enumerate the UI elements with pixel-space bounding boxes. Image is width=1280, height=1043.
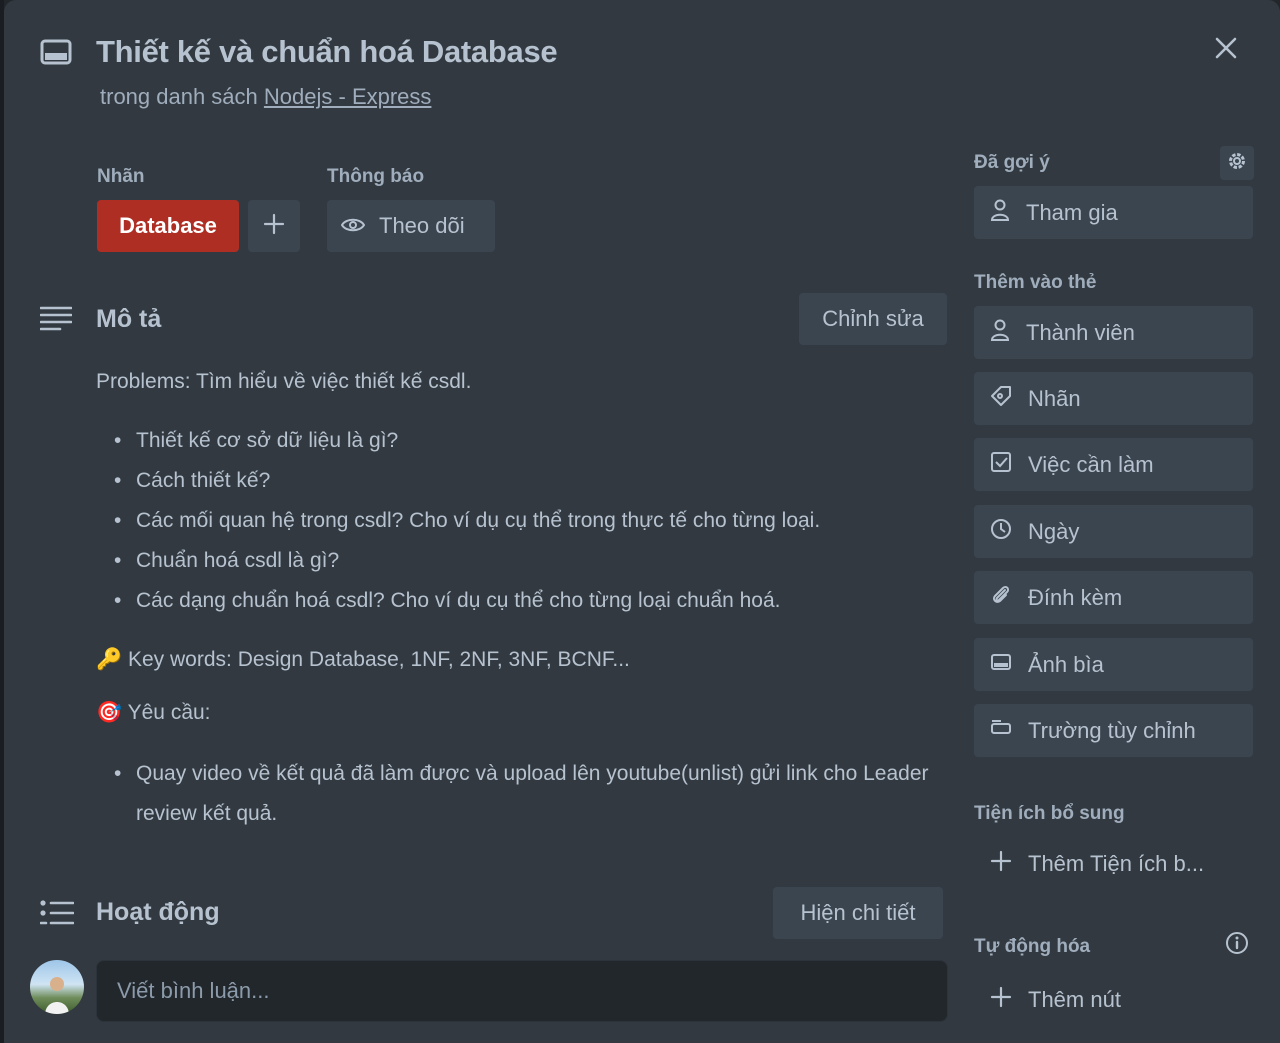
requirements-list: Quay video về kết quả đã làm được và upl…	[96, 754, 936, 834]
custom-fields-label: Trường tùy chỉnh	[1028, 717, 1196, 743]
add-powerup-label: Thêm Tiện ích b...	[1028, 850, 1205, 876]
edit-description-button[interactable]: Chỉnh sửa	[799, 293, 947, 345]
close-button[interactable]	[1206, 30, 1246, 70]
paperclip-icon	[990, 584, 1012, 612]
label-chip-database[interactable]: Database	[97, 200, 239, 252]
watch-label: Theo dõi	[379, 213, 465, 238]
powerups-heading: Tiện ích bổ sung	[974, 803, 1125, 824]
list-item: Quay video về kết quả đã làm được và upl…	[96, 754, 936, 834]
plus-icon	[990, 850, 1012, 878]
list-item: Chuẩn hoá csdl là gì?	[96, 541, 946, 581]
description-bullet-list: Thiết kế cơ sở dữ liệu là gì? Cách thiết…	[96, 421, 946, 621]
list-item: Thiết kế cơ sở dữ liệu là gì?	[96, 421, 946, 461]
add-button-label: Thêm nút	[1028, 986, 1121, 1012]
automation-heading: Tự động hóa	[974, 936, 1091, 957]
cover-button[interactable]: Ảnh bìa	[974, 638, 1253, 691]
avatar[interactable]	[30, 960, 84, 1014]
suggestions-settings-button[interactable]	[1220, 146, 1254, 180]
attachment-button[interactable]: Đính kèm	[974, 571, 1253, 624]
keywords-line: 🔑 Key words: Design Database, 1NF, 2NF, …	[96, 648, 630, 672]
gear-icon	[1226, 150, 1248, 177]
custom-field-icon	[990, 717, 1012, 745]
user-icon	[990, 199, 1010, 227]
plus-icon	[263, 213, 285, 240]
activity-icon	[40, 900, 74, 926]
join-button[interactable]: Tham gia	[974, 186, 1253, 239]
watch-button[interactable]: Theo dõi	[327, 200, 495, 252]
key-emoji: 🔑	[96, 648, 123, 671]
checklist-icon	[990, 451, 1012, 479]
comment-input[interactable]: Viết bình luận...	[96, 960, 948, 1022]
dates-button[interactable]: Ngày	[974, 505, 1253, 558]
attachment-label: Đính kèm	[1028, 584, 1123, 610]
card-list-info: trong danh sách Nodejs - Express	[100, 84, 431, 110]
add-button-button[interactable]: Thêm nút	[974, 973, 1253, 1026]
requirements-text: Yêu cầu:	[127, 701, 211, 724]
list-prefix: trong danh sách	[100, 84, 258, 109]
labels-heading: Nhãn	[97, 166, 145, 187]
add-label-button[interactable]	[248, 200, 300, 252]
plus-icon	[990, 986, 1012, 1014]
add-to-card-heading: Thêm vào thẻ	[974, 272, 1097, 293]
target-emoji: 🎯	[96, 701, 123, 724]
tag-icon	[990, 385, 1012, 413]
suggested-heading: Đã gợi ý	[974, 152, 1050, 173]
list-link[interactable]: Nodejs - Express	[264, 84, 432, 109]
cover-label: Ảnh bìa	[1028, 651, 1104, 677]
custom-fields-button[interactable]: Trường tùy chỉnh	[974, 704, 1253, 757]
checklist-button[interactable]: Việc cần làm	[974, 438, 1253, 491]
description-intro: Problems: Tìm hiểu về việc thiết kế csdl…	[96, 370, 472, 393]
description-icon	[40, 306, 72, 332]
clock-icon	[990, 518, 1012, 546]
labels-label: Nhãn	[1028, 385, 1081, 411]
keywords-text: Key words: Design Database, 1NF, 2NF, 3N…	[128, 648, 630, 671]
notifications-heading: Thông báo	[327, 166, 425, 187]
eye-icon	[340, 213, 366, 239]
card-detail-modal: Thiết kế và chuẩn hoá Database trong dan…	[4, 0, 1280, 1043]
dates-label: Ngày	[1028, 518, 1080, 544]
labels-button[interactable]: Nhãn	[974, 372, 1253, 425]
list-item: Các mối quan hệ trong csdl? Cho ví dụ cụ…	[96, 501, 946, 541]
members-button[interactable]: Thành viên	[974, 306, 1253, 359]
show-details-button[interactable]: Hiện chi tiết	[773, 887, 943, 939]
activity-heading: Hoạt động	[96, 898, 220, 926]
card-icon	[40, 38, 72, 66]
user-icon	[990, 319, 1010, 347]
info-icon	[1225, 931, 1249, 960]
add-powerup-button[interactable]: Thêm Tiện ích b...	[974, 837, 1253, 890]
requirements-line: 🎯 Yêu cầu:	[96, 701, 211, 725]
join-label: Tham gia	[1026, 199, 1118, 225]
list-item: Cách thiết kế?	[96, 461, 946, 501]
cover-icon	[990, 651, 1012, 679]
list-item: Các dạng chuẩn hoá csdl? Cho ví dụ cụ th…	[96, 581, 946, 621]
card-title[interactable]: Thiết kế và chuẩn hoá Database	[96, 34, 558, 70]
automation-info-button[interactable]	[1222, 930, 1252, 960]
members-label: Thành viên	[1026, 319, 1135, 345]
close-icon	[1214, 36, 1238, 65]
checklist-label: Việc cần làm	[1028, 451, 1154, 477]
description-heading: Mô tả	[96, 305, 162, 333]
